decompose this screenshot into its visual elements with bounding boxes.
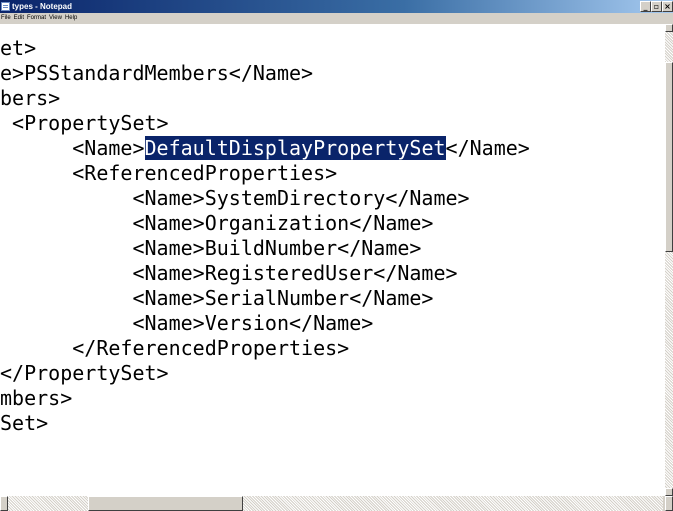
horizontal-scrollbar[interactable] <box>0 496 673 511</box>
menu-file[interactable]: File <box>0 13 13 24</box>
editor-line: mbers> <box>0 386 73 410</box>
editor-line: Set> <box>0 411 49 435</box>
editor-line: <Name>Version</Name> <box>0 311 374 335</box>
editor-line: <Name>BuildNumber</Name> <box>0 236 422 260</box>
notepad-window: types - Notepad _ ▫ × File Edit Format V… <box>0 0 673 511</box>
menu-format[interactable]: Format <box>26 13 48 24</box>
text-editor[interactable]: et> e>PSStandardMembers</Name> bers> <Pr… <box>0 24 665 496</box>
editor-line: et> <box>0 36 37 60</box>
menu-view[interactable]: View <box>48 13 64 24</box>
title-bar[interactable]: types - Notepad _ ▫ × <box>0 0 673 13</box>
selected-text[interactable]: DefaultDisplayPropertySet <box>144 136 446 160</box>
menu-help[interactable]: Help <box>64 13 79 24</box>
notepad-icon[interactable] <box>1 2 10 11</box>
editor-line: <Name>SerialNumber</Name> <box>0 286 434 310</box>
scroll-left-button[interactable] <box>0 496 8 511</box>
editor-line: <ReferencedProperties> <box>0 161 338 185</box>
editor-line: <Name>RegisteredUser</Name> <box>0 261 458 285</box>
minimize-button[interactable]: _ <box>640 1 651 12</box>
line-prefix: <Name> <box>0 136 145 160</box>
vertical-scrollbar[interactable] <box>665 24 673 496</box>
window-controls: _ ▫ × <box>640 1 673 12</box>
scroll-down-button[interactable] <box>665 488 673 496</box>
editor-line: </PropertySet> <box>0 361 169 385</box>
editor-line: e>PSStandardMembers</Name> <box>0 61 314 85</box>
menu-edit[interactable]: Edit <box>13 13 26 24</box>
editor-line: bers> <box>0 86 61 110</box>
vertical-scroll-thumb[interactable] <box>665 62 673 252</box>
menu-bar: File Edit Format View Help <box>0 13 673 24</box>
line-suffix: </Name> <box>445 136 530 160</box>
editor-line: <Name>SystemDirectory</Name> <box>0 186 470 210</box>
editor-line: <Name>Organization</Name> <box>0 211 434 235</box>
maximize-button[interactable]: ▫ <box>651 1 662 12</box>
horizontal-scroll-thumb[interactable] <box>88 496 243 511</box>
scroll-right-button[interactable] <box>665 496 673 511</box>
editor-line: <Name>DefaultDisplayPropertySet</Name> <box>0 136 530 160</box>
editor-line: </ReferencedProperties> <box>0 336 350 360</box>
close-button[interactable]: × <box>662 1 673 12</box>
editor-line: <PropertySet> <box>0 111 169 135</box>
window-title: types - Notepad <box>12 2 73 11</box>
scroll-up-button[interactable] <box>665 24 673 32</box>
